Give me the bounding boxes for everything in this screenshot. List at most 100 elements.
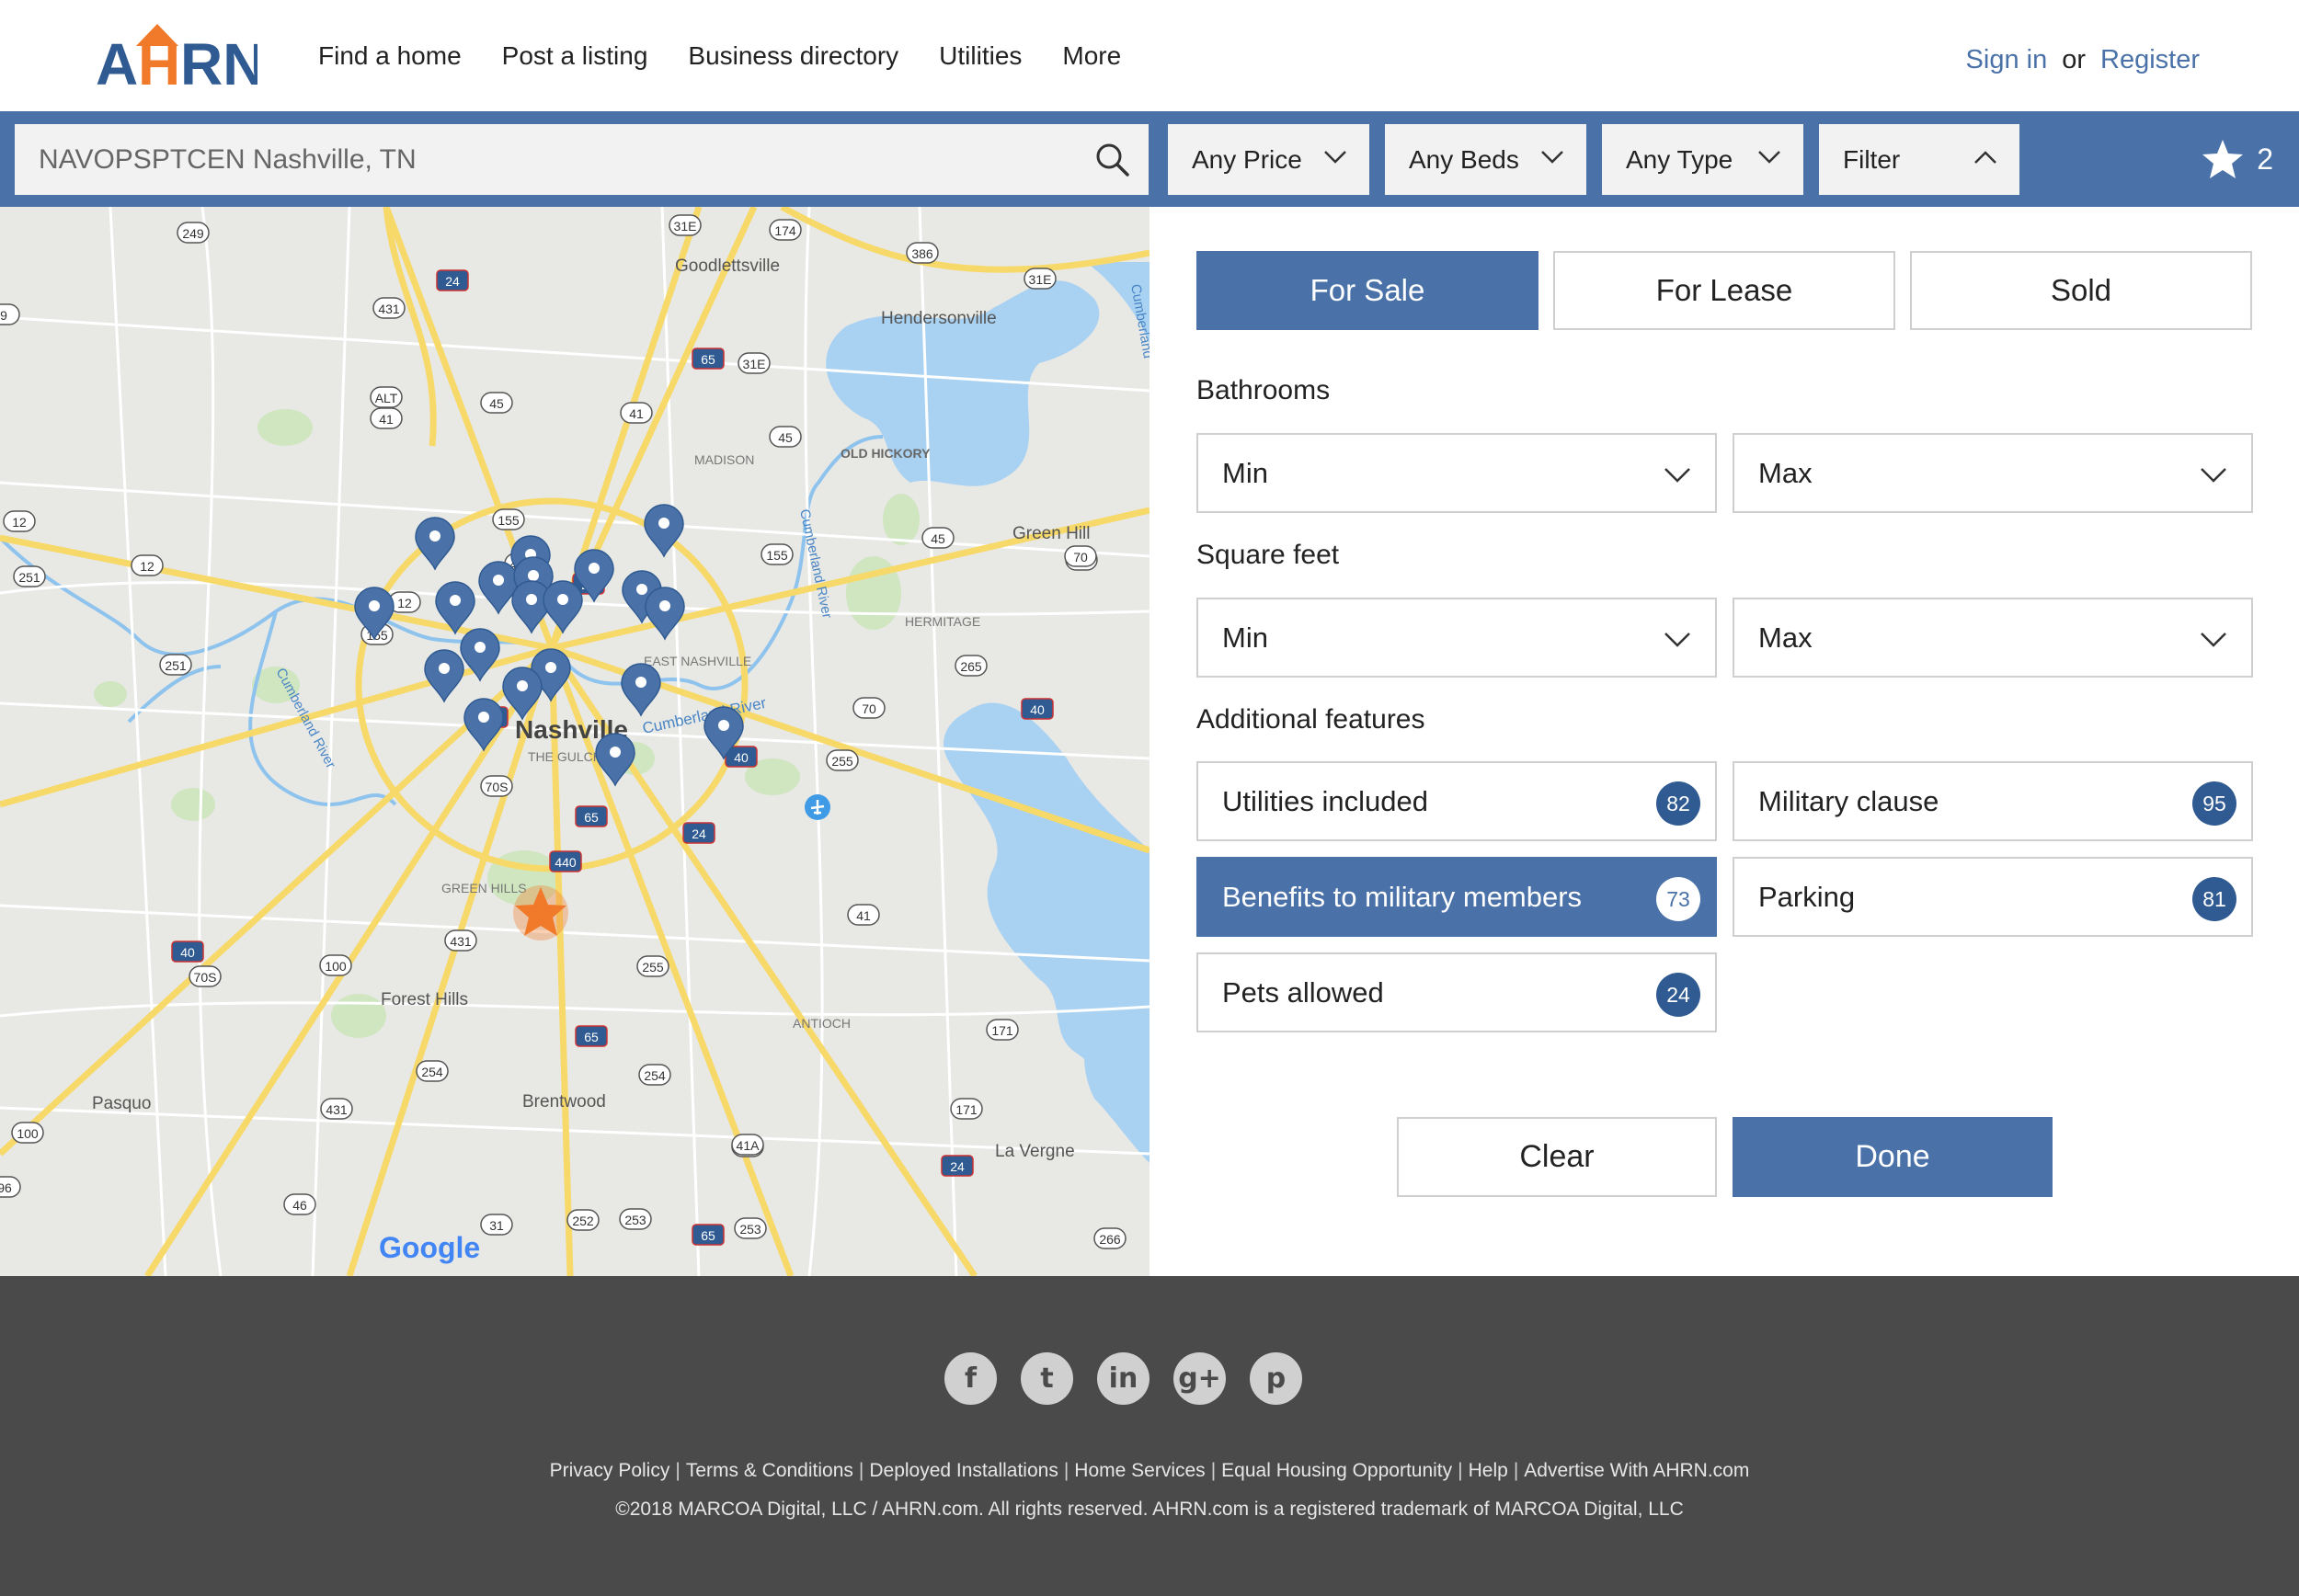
map-label-madison: MADISON	[694, 452, 754, 467]
listing-pin[interactable]	[415, 517, 455, 571]
selected-location-marker[interactable]	[513, 885, 568, 940]
bathrooms-max-select[interactable]: Max	[1733, 433, 2253, 513]
feature-label: Utilities included	[1222, 784, 1428, 817]
feature-label: Military clause	[1758, 784, 1939, 817]
listing-pin[interactable]	[543, 580, 583, 634]
google-plus-icon[interactable]: g+	[1173, 1352, 1226, 1405]
svg-text:431: 431	[378, 302, 400, 316]
twitter-icon[interactable]: t	[1021, 1352, 1073, 1405]
or-text: or	[2062, 44, 2086, 74]
svg-text:96: 96	[0, 1180, 12, 1195]
price-dropdown-label: Any Price	[1192, 144, 1302, 174]
listing-pin[interactable]	[645, 587, 685, 641]
route-shield: 253	[734, 1217, 767, 1239]
sign-in-link[interactable]: Sign in	[1966, 45, 2048, 75]
nav-post-a-listing[interactable]: Post a listing	[502, 41, 648, 71]
svg-text:431: 431	[326, 1102, 348, 1117]
facebook-icon[interactable]: f	[944, 1352, 997, 1405]
listing-pin[interactable]	[478, 561, 519, 615]
location-search-input[interactable]	[15, 124, 1072, 195]
svg-text:251: 251	[165, 658, 187, 673]
route-shield: 41	[370, 407, 403, 429]
terms-link[interactable]: Terms & Conditions	[686, 1460, 853, 1481]
feature-benefits-to-military-members[interactable]: Benefits to military members 73	[1196, 857, 1717, 937]
search-field-wrap	[15, 124, 1149, 195]
listing-pin[interactable]	[621, 663, 661, 717]
privacy-policy-link[interactable]: Privacy Policy	[550, 1460, 670, 1481]
bathrooms-min-value: Min	[1222, 456, 1268, 489]
nav-more[interactable]: More	[1062, 41, 1121, 71]
route-shield: 31	[480, 1214, 513, 1236]
svg-text:440: 440	[555, 855, 577, 870]
map-label-green-hill: Green Hill	[1012, 524, 1090, 543]
bathrooms-min-select[interactable]: Min	[1196, 433, 1717, 513]
feature-military-clause[interactable]: Military clause 95	[1733, 761, 2253, 841]
svg-text:155: 155	[766, 548, 788, 563]
route-shield: 31E	[738, 352, 771, 374]
route-shield: 41A	[731, 1134, 764, 1156]
route-shield: ALT	[370, 386, 403, 408]
svg-text:31E: 31E	[743, 357, 766, 371]
register-link[interactable]: Register	[2100, 45, 2200, 75]
map-label-green-hills: GREEN HILLS	[441, 881, 527, 895]
listing-pin[interactable]	[424, 649, 464, 703]
listing-type-sold[interactable]: Sold	[1910, 251, 2252, 330]
help-link[interactable]: Help	[1469, 1460, 1508, 1481]
feature-parking[interactable]: Parking 81	[1733, 857, 2253, 937]
filter-dropdown[interactable]: Filter	[1819, 124, 2019, 195]
nav-find-a-home[interactable]: Find a home	[318, 41, 462, 71]
route-shield: 70S	[189, 965, 222, 987]
route-shield: 24	[436, 269, 469, 291]
google-logo: Google	[379, 1231, 480, 1264]
svg-text:31: 31	[489, 1218, 504, 1233]
search-icon[interactable]	[1095, 142, 1130, 177]
route-shield: 9	[0, 303, 20, 325]
svg-text:70: 70	[862, 701, 876, 716]
home-services-link[interactable]: Home Services	[1074, 1460, 1205, 1481]
favorites-button[interactable]: 2	[2202, 111, 2273, 207]
route-shield: 155	[492, 508, 525, 530]
map-label-east-nashville: EAST NASHVILLE	[644, 654, 751, 668]
map[interactable]: Nashville Goodlettsville Hendersonville …	[0, 207, 1150, 1276]
feature-pets-allowed[interactable]: Pets allowed 24	[1196, 952, 1717, 1032]
feature-count-badge: 24	[1656, 973, 1700, 1017]
route-shield: 431	[320, 1098, 353, 1120]
beds-dropdown[interactable]: Any Beds	[1385, 124, 1586, 195]
deployed-installations-link[interactable]: Deployed Installations	[869, 1460, 1058, 1481]
route-shield: 12	[3, 510, 36, 532]
sqft-min-select[interactable]: Min	[1196, 598, 1717, 678]
nav-utilities[interactable]: Utilities	[939, 41, 1022, 71]
equal-housing-link[interactable]: Equal Housing Opportunity	[1221, 1460, 1452, 1481]
route-shield: 254	[416, 1060, 449, 1082]
svg-text:255: 255	[642, 960, 664, 975]
ahrn-logo[interactable]: A H RN	[96, 20, 257, 90]
svg-text:251: 251	[18, 570, 40, 585]
listing-type-for-sale[interactable]: For Sale	[1196, 251, 1538, 330]
advertise-link[interactable]: Advertise With AHRN.com	[1524, 1460, 1749, 1481]
filter-panel: For Sale For Lease Sold Bathrooms Min Ma…	[1150, 207, 2299, 1276]
feature-count-badge: 95	[2192, 781, 2236, 826]
sqft-max-select[interactable]: Max	[1733, 598, 2253, 678]
done-button[interactable]: Done	[1733, 1117, 2053, 1197]
route-shield: 70S	[480, 775, 513, 797]
route-shield: 70	[1064, 545, 1097, 567]
additional-features-label: Additional features	[1196, 704, 1425, 735]
route-shield: 65	[692, 1224, 725, 1246]
route-shield: 70	[852, 697, 886, 719]
price-dropdown[interactable]: Any Price	[1168, 124, 1369, 195]
site-footer: f t in g+ p Privacy Policy | Terms & Condi…	[0, 1276, 2299, 1596]
clear-button[interactable]: Clear	[1397, 1117, 1717, 1197]
feature-utilities-included[interactable]: Utilities included 82	[1196, 761, 1717, 841]
svg-text:70S: 70S	[486, 780, 509, 794]
type-dropdown[interactable]: Any Type	[1602, 124, 1803, 195]
svg-text:40: 40	[734, 750, 749, 765]
listing-type-for-lease[interactable]: For Lease	[1553, 251, 1895, 330]
pinterest-icon[interactable]: p	[1250, 1352, 1302, 1405]
linkedin-icon[interactable]: in	[1097, 1352, 1150, 1405]
nav-business-directory[interactable]: Business directory	[688, 41, 898, 71]
social-links: f t in g+ p	[944, 1352, 1302, 1405]
svg-text:100: 100	[325, 959, 347, 974]
route-shield: 12	[131, 554, 164, 576]
sold-label: Sold	[2050, 273, 2112, 307]
listing-pin[interactable]	[463, 698, 504, 752]
